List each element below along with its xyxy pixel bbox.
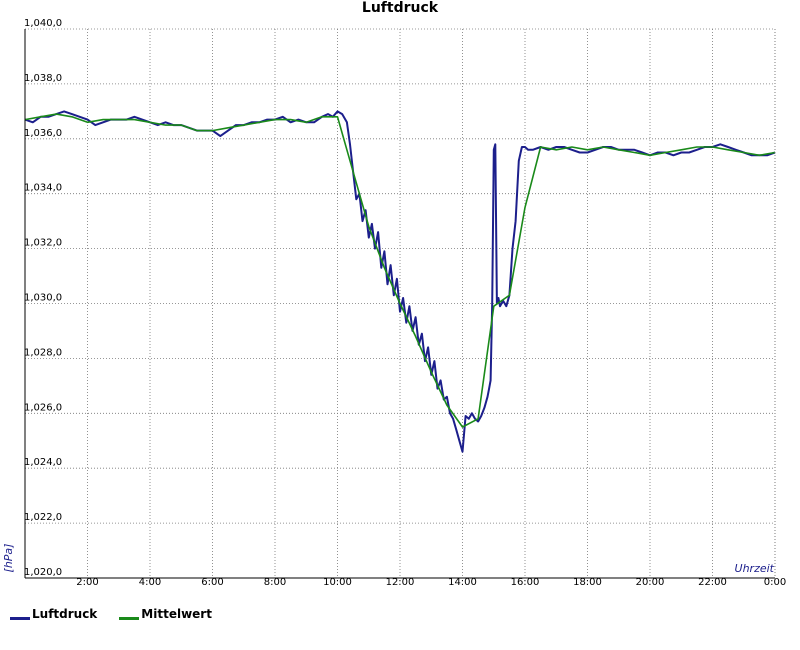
x-tick-label: 6:00	[201, 577, 223, 588]
legend-label-mittelwert: Mittelwert	[141, 607, 212, 621]
y-tick-label: 1,022,0	[24, 512, 62, 523]
y-tick-label: 1,026,0	[24, 402, 62, 413]
chart-title: Luftdruck	[362, 0, 439, 16]
x-tick-label: 0:00	[764, 577, 786, 588]
y-tick-label: 1,032,0	[24, 238, 62, 249]
x-tick-label: 10:00	[323, 577, 352, 588]
legend: Luftdruck Mittelwert	[10, 607, 212, 621]
y-tick-label: 1,034,0	[24, 183, 62, 194]
y-tick-label: 1,024,0	[24, 457, 62, 468]
y-tick-label: 1,038,0	[24, 73, 62, 84]
x-tick-label: 22:00	[698, 577, 727, 588]
x-tick-label: 14:00	[448, 577, 477, 588]
legend-swatch-mittelwert	[119, 616, 140, 620]
y-tick-label: 1,028,0	[24, 347, 62, 358]
legend-label-luftdruck: Luftdruck	[32, 607, 98, 621]
x-tick-label: 8:00	[264, 577, 286, 588]
chart: Luftdruck 1,020,0 1,022,0 1,024,0 1,026,0 1,…	[2, 0, 786, 588]
legend-item-luftdruck: Luftdruck	[10, 607, 97, 621]
legend-swatch-luftdruck	[10, 616, 30, 620]
x-tick-label: 12:00	[386, 577, 415, 588]
x-tick-label: 18:00	[573, 577, 602, 588]
y-tick-label: 1,020,0	[24, 567, 62, 578]
x-axis-label: Uhrzeit	[735, 562, 775, 575]
y-tick-label: 1,030,0	[24, 293, 62, 304]
x-tick-label: 4:00	[139, 577, 161, 588]
x-tick-label: 20:00	[636, 577, 665, 588]
y-tick-label: 1,036,0	[24, 128, 62, 139]
legend-item-mittelwert: Mittelwert	[119, 607, 212, 621]
y-axis-label: [hPa]	[2, 544, 15, 573]
x-tick-label: 2:00	[76, 577, 98, 588]
y-tick-label: 1,040,0	[24, 18, 62, 29]
x-tick-label: 16:00	[511, 577, 540, 588]
